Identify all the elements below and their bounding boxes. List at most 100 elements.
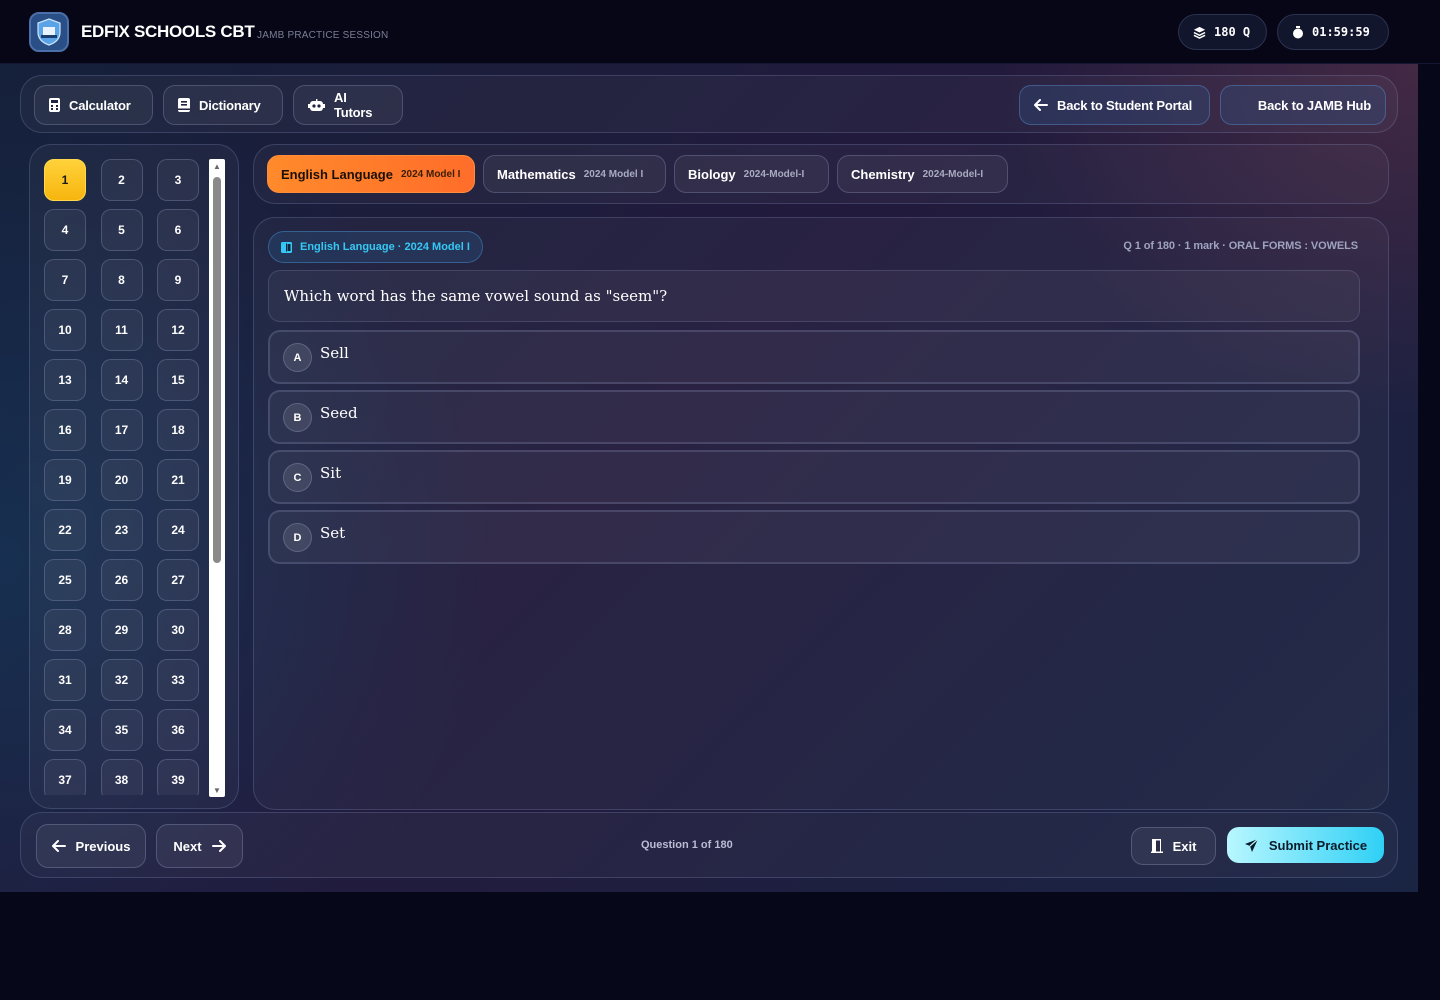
dictionary-label: Dictionary [199, 97, 261, 113]
question-number-button[interactable]: 12 [157, 309, 199, 351]
question-number-button[interactable]: 23 [100, 509, 143, 551]
question-navigator: 1 2 3 4 5 6 7 8 9 10 11 12 13 14 15 16 17 18 19 20 21 22 23 24 2… [29, 144, 239, 809]
question-number-button[interactable]: 34 [44, 709, 86, 751]
question-number-button[interactable]: 18 [157, 409, 199, 451]
question-number-button[interactable]: 36 [157, 709, 199, 751]
question-number-button[interactable]: 19 [44, 459, 86, 501]
submit-practice-button[interactable]: Submit Practice [1227, 827, 1384, 863]
exam-workspace: Calculator Dictionary AI Tutors Back to … [0, 64, 1418, 892]
school-logo [29, 12, 69, 52]
question-number-button[interactable]: 33 [157, 659, 199, 701]
option-letter: C [283, 463, 312, 492]
question-number-button[interactable]: 6 [157, 209, 199, 251]
back-to-portal-button[interactable]: Back to Student Portal [1019, 85, 1210, 125]
question-number-button[interactable]: 1 [44, 159, 86, 201]
question-number-button[interactable]: 17 [100, 409, 143, 451]
tab-chemistry[interactable]: Chemistry 2024-Model-I [837, 155, 1008, 193]
question-number-button[interactable]: 27 [157, 559, 199, 601]
question-number-button[interactable]: 14 [100, 359, 143, 401]
option-b[interactable]: B Seed [268, 390, 1360, 444]
question-number-button[interactable]: 10 [44, 309, 86, 351]
question-number-button[interactable]: 8 [100, 259, 143, 301]
option-text: Sit [320, 464, 342, 482]
question-number-button[interactable]: 24 [157, 509, 199, 551]
option-text: Sell [320, 344, 349, 362]
scroll-down-icon[interactable]: ▼ [209, 783, 225, 797]
option-text: Set [320, 524, 346, 542]
app-title: EDFIX SCHOOLS CBT [81, 22, 255, 41]
question-number-button[interactable]: 2 [100, 159, 143, 201]
send-icon [1244, 838, 1259, 853]
next-label: Next [173, 838, 202, 854]
option-d[interactable]: D Set [268, 510, 1360, 564]
question-number-button[interactable]: 25 [44, 559, 86, 601]
question-number-button[interactable]: 35 [100, 709, 143, 751]
scrollbar-thumb[interactable] [213, 177, 221, 563]
door-icon [1150, 839, 1163, 853]
previous-label: Previous [75, 838, 131, 854]
back-to-hub-button[interactable]: Back to JAMB Hub [1220, 85, 1386, 125]
question-number-button[interactable]: 3 [157, 159, 199, 201]
question-count: 180 Q [1214, 25, 1251, 39]
next-button[interactable]: Next [156, 824, 243, 868]
calculator-button[interactable]: Calculator [34, 85, 153, 125]
question-number-button[interactable]: 39 [157, 759, 199, 795]
question-number-button[interactable]: 26 [100, 559, 143, 601]
calculator-label: Calculator [69, 97, 131, 113]
question-number-button[interactable]: 7 [44, 259, 86, 301]
dictionary-button[interactable]: Dictionary [163, 85, 283, 125]
exit-label: Exit [1172, 838, 1197, 854]
question-number-button[interactable]: 29 [100, 609, 143, 651]
question-number-button[interactable]: 31 [44, 659, 86, 701]
tab-mathematics[interactable]: Mathematics 2024 Model I [483, 155, 666, 193]
subject-name: Mathematics [497, 166, 576, 182]
tools-toolbar: Calculator Dictionary AI Tutors Back to … [20, 75, 1398, 133]
question-number-button[interactable]: 4 [44, 209, 86, 251]
scroll-up-icon[interactable]: ▲ [209, 159, 225, 173]
calculator-icon [49, 98, 60, 112]
question-text: Which word has the same vowel sound as "… [268, 270, 1360, 322]
subject-model: 2024-Model-I [922, 168, 984, 180]
robot-icon [308, 98, 325, 112]
option-letter: A [283, 343, 312, 372]
question-number-button[interactable]: 15 [157, 359, 199, 401]
tab-english-language[interactable]: English Language 2024 Model I [267, 155, 475, 193]
subject-model: 2024-Model-I [743, 168, 805, 180]
question-counter: Question 1 of 180 [641, 839, 733, 851]
back-to-hub-label: Back to JAMB Hub [1257, 97, 1371, 113]
navigator-scrollbar[interactable]: ▲ ▼ [209, 159, 225, 797]
arrow-left-icon [1034, 99, 1048, 111]
subject-name: Biology [688, 166, 736, 182]
question-number-button[interactable]: 28 [44, 609, 86, 651]
question-card: English Language · 2024 Model I Q 1 of 1… [253, 217, 1389, 810]
option-text: Seed [320, 404, 358, 422]
navigation-footer: Previous Next Question 1 of 180 Exit Sub… [20, 812, 1398, 878]
question-number-button[interactable]: 9 [157, 259, 199, 301]
question-number-button[interactable]: 11 [100, 309, 143, 351]
question-number-button[interactable]: 13 [44, 359, 86, 401]
question-number-button[interactable]: 21 [157, 459, 199, 501]
book-open-icon [281, 241, 292, 253]
question-number-button[interactable]: 32 [100, 659, 143, 701]
question-number-button[interactable]: 37 [44, 759, 86, 795]
question-number-button[interactable]: 38 [100, 759, 143, 795]
question-number-button[interactable]: 22 [44, 509, 86, 551]
option-c[interactable]: C Sit [268, 450, 1360, 504]
submit-label: Submit Practice [1268, 837, 1368, 853]
option-a[interactable]: A Sell [268, 330, 1360, 384]
subject-tag: English Language · 2024 Model I [268, 231, 483, 263]
subject-tabs: English Language 2024 Model I Mathematic… [253, 144, 1389, 204]
option-letter: B [283, 403, 312, 432]
question-number-button[interactable]: 30 [157, 609, 199, 651]
subject-name: English Language [281, 166, 393, 182]
previous-button[interactable]: Previous [36, 824, 146, 868]
exit-button[interactable]: Exit [1131, 827, 1216, 865]
question-number-button[interactable]: 5 [100, 209, 143, 251]
ai-tutors-label: AI Tutors [334, 90, 373, 120]
question-number-button[interactable]: 16 [44, 409, 86, 451]
ai-tutors-button[interactable]: AI Tutors [293, 85, 403, 125]
question-number-button[interactable]: 20 [100, 459, 143, 501]
subject-model: 2024 Model I [583, 168, 644, 180]
back-to-portal-label: Back to Student Portal [1057, 97, 1193, 113]
tab-biology[interactable]: Biology 2024-Model-I [674, 155, 829, 193]
